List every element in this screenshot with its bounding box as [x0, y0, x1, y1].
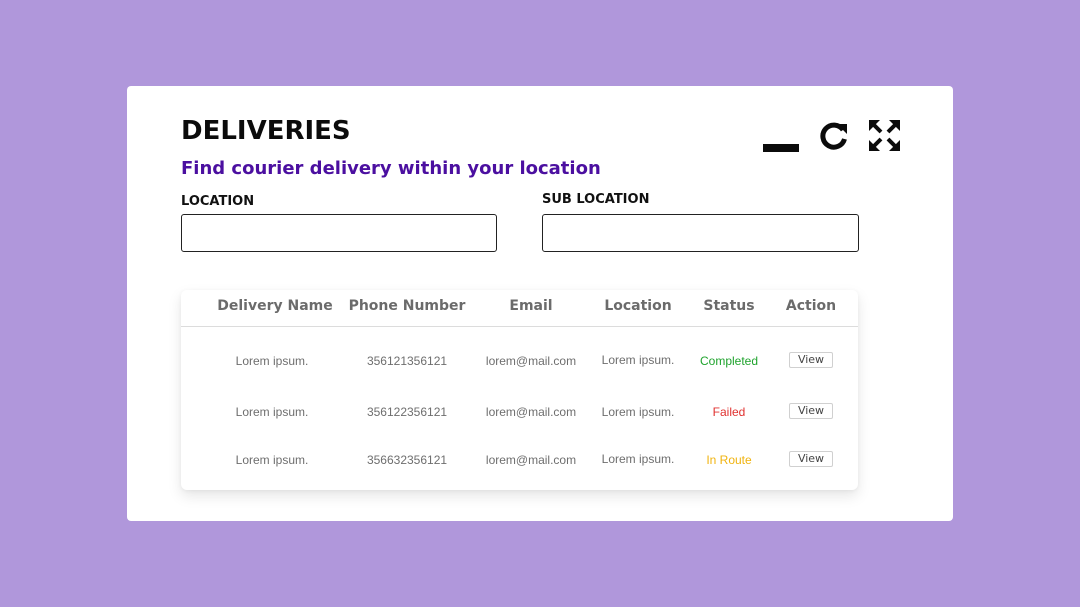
- view-button[interactable]: View: [789, 403, 833, 419]
- cell-email: lorem@mail.com: [485, 354, 577, 368]
- cell-location: Lorem ipsum.: [601, 405, 675, 419]
- column-header-action: Action: [785, 298, 837, 314]
- cell-phone-number: 356632356121: [366, 453, 448, 467]
- column-header-email: Email: [509, 298, 553, 314]
- table-header: Delivery Name Phone Number Email Locatio…: [181, 290, 858, 327]
- view-button[interactable]: View: [789, 352, 833, 368]
- cell-email: lorem@mail.com: [485, 405, 577, 419]
- table-row: Lorem ipsum. 356121356121 lorem@mail.com…: [181, 352, 858, 394]
- table-row: Lorem ipsum. 356122356121 lorem@mail.com…: [181, 403, 858, 445]
- status-badge: In Route: [706, 453, 752, 467]
- deliveries-card: DELIVERIES Find courier delivery within …: [127, 86, 953, 521]
- column-header-location: Location: [604, 298, 672, 314]
- cell-phone-number: 356122356121: [366, 405, 448, 419]
- sub-location-label: SUB LOCATION: [542, 192, 650, 207]
- status-badge: Completed: [699, 354, 759, 368]
- cell-phone-number: 356121356121: [366, 354, 448, 368]
- cell-delivery-name: Lorem ipsum.: [235, 405, 309, 419]
- cell-location: Lorem ipsum.: [601, 452, 675, 466]
- page-title: DELIVERIES: [181, 116, 351, 146]
- expand-icon[interactable]: [869, 120, 900, 151]
- page-subtitle: Find courier delivery within your locati…: [181, 158, 601, 179]
- table-row: Lorem ipsum. 356632356121 lorem@mail.com…: [181, 451, 858, 493]
- status-badge: Failed: [712, 405, 746, 419]
- refresh-icon[interactable]: [819, 121, 849, 151]
- sub-location-input[interactable]: [542, 214, 859, 252]
- column-header-delivery-name: Delivery Name: [217, 298, 333, 314]
- cell-email: lorem@mail.com: [485, 453, 577, 467]
- column-header-phone-number: Phone Number: [348, 298, 466, 314]
- cell-delivery-name: Lorem ipsum.: [235, 354, 309, 368]
- location-label: LOCATION: [181, 194, 255, 209]
- deliveries-table: Delivery Name Phone Number Email Locatio…: [181, 290, 858, 490]
- column-header-status: Status: [703, 298, 755, 314]
- location-input[interactable]: [181, 214, 497, 252]
- cell-delivery-name: Lorem ipsum.: [235, 453, 309, 467]
- minimize-icon[interactable]: [763, 140, 799, 152]
- cell-location: Lorem ipsum.: [601, 353, 675, 367]
- view-button[interactable]: View: [789, 451, 833, 467]
